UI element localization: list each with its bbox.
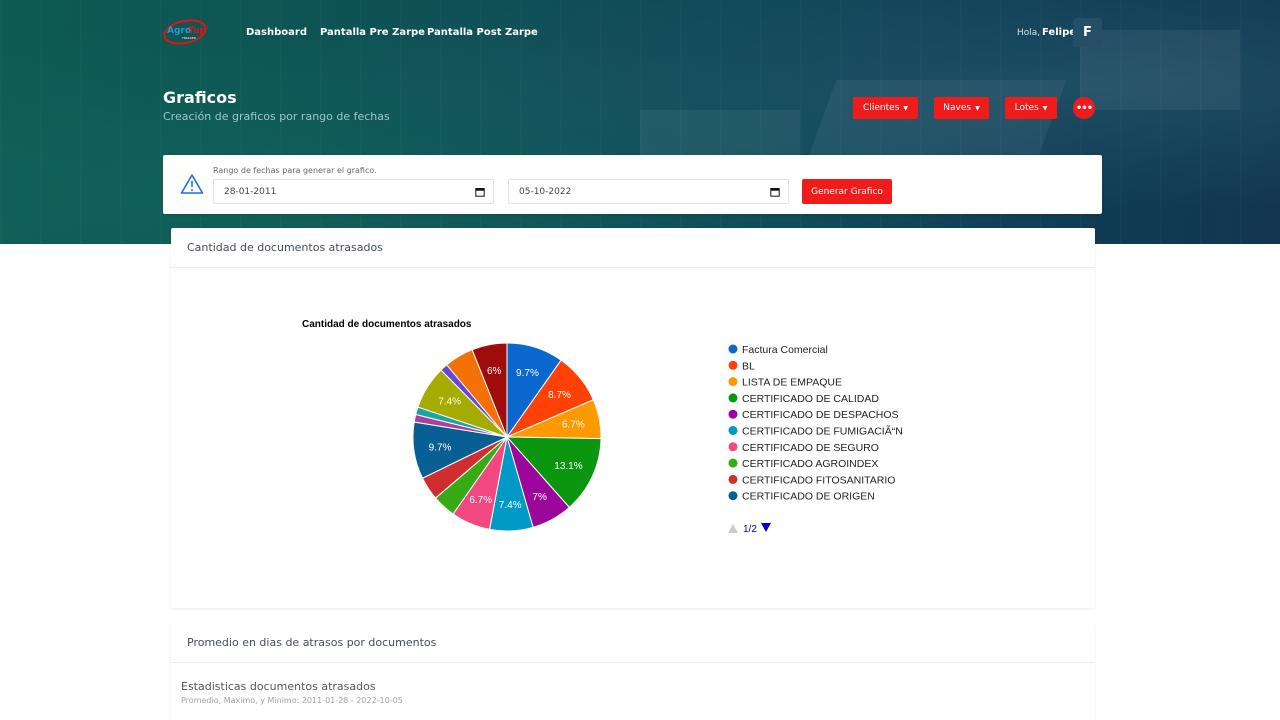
- pie-slice-label: 8.7%: [548, 390, 571, 401]
- late-documents-card: Cantidad de documentos atrasados Cantida…: [171, 228, 1095, 608]
- logo-text-tup: Tup: [188, 26, 207, 36]
- naves-label: Naves: [943, 103, 972, 113]
- pie-slice-label: 9.7%: [516, 368, 539, 379]
- legend-swatch: [728, 409, 738, 419]
- chevron-down-icon: ▼: [1042, 104, 1048, 112]
- legend-swatch: [728, 491, 738, 501]
- pie-slice-label: 6.7%: [562, 419, 585, 430]
- pie-slice-label: 7.4%: [438, 397, 461, 408]
- greeting-text: Hola,: [1017, 28, 1041, 38]
- legend-item[interactable]: CERTIFICADO DE CALIDAD: [742, 393, 879, 405]
- legend-swatch: [728, 458, 738, 468]
- generate-chart-button[interactable]: Generar Grafico: [802, 179, 892, 204]
- pie-slice-label: 6.7%: [469, 495, 492, 506]
- date-from-value: 28-01-2011: [224, 186, 277, 197]
- legend-swatch: [728, 474, 738, 484]
- pie-slice-label: 13.1%: [554, 461, 582, 472]
- nav-link-post-zarpe[interactable]: Pantalla Post Zarpe: [427, 27, 538, 38]
- legend-page-up-icon[interactable]: [728, 524, 738, 533]
- top-navbar: Agro Tup TRACKER Dashboard Pantalla Pre …: [0, 0, 1280, 64]
- legend-item[interactable]: CERTIFICADO DE ORIGEN: [742, 491, 875, 503]
- clientes-dropdown-button[interactable]: Clientes ▼: [853, 97, 918, 119]
- card-title: Cantidad de documentos atrasados: [171, 228, 1095, 268]
- nav-link-dashboard[interactable]: Dashboard: [246, 27, 307, 38]
- legend-swatch: [728, 344, 738, 354]
- pie-slice-label: 7%: [532, 492, 547, 503]
- legend-item[interactable]: CERTIFICADO DE SEGURO: [742, 442, 879, 454]
- average-delay-card: Promedio en dias de atrasos por document…: [171, 623, 1095, 720]
- calendar-icon[interactable]: [475, 187, 485, 197]
- legend-item[interactable]: CERTIFICADO DE DESPACHOS: [742, 409, 899, 421]
- legend-swatch: [728, 442, 738, 452]
- legend-item[interactable]: LISTA DE EMPAQUE: [742, 377, 842, 389]
- chart-title: Cantidad de documentos atrasados: [302, 319, 472, 330]
- card-title: Promedio en dias de atrasos por document…: [171, 623, 1095, 663]
- user-name[interactable]: Felipe: [1042, 27, 1076, 38]
- pie-slice-label: 7.4%: [499, 500, 522, 511]
- legend-item[interactable]: Factura Comercial: [742, 344, 828, 356]
- legend-swatch: [728, 393, 738, 403]
- lotes-dropdown-button[interactable]: Lotes ▼: [1005, 97, 1057, 119]
- legend-swatch: [728, 426, 738, 435]
- logo-subtext: TRACKER: [181, 36, 196, 40]
- page-subtitle: Creación de graficos por rango de fechas: [163, 110, 390, 123]
- legend-swatch: [728, 377, 738, 387]
- date-to-input[interactable]: 05-10-2022: [508, 179, 789, 204]
- chart-area: Cantidad de documentos atrasados 9.7% 8.7…: [171, 269, 1095, 608]
- stats-title: Estadisticas documentos atrasados: [181, 680, 376, 693]
- pie-slice-label: 6%: [487, 366, 502, 377]
- legend-item[interactable]: CERTIFICADO FITOSANITARIO: [742, 474, 895, 486]
- pie-slice-label: 9.7%: [429, 442, 452, 453]
- clientes-label: Clientes: [863, 103, 900, 113]
- date-to-value: 05-10-2022: [519, 186, 572, 197]
- chevron-down-icon: ▼: [975, 104, 980, 112]
- lotes-label: Lotes: [1014, 103, 1039, 113]
- brand-logo[interactable]: Agro Tup TRACKER: [162, 18, 208, 46]
- warning-icon: [180, 174, 204, 194]
- chevron-down-icon: ▼: [903, 104, 908, 112]
- legend-item[interactable]: BL: [742, 360, 755, 372]
- legend-pager: 1/2: [728, 523, 771, 535]
- nav-link-pre-zarpe[interactable]: Pantalla Pre Zarpe: [320, 27, 425, 38]
- legend-page-indicator: 1/2: [743, 524, 757, 535]
- pie-chart: Cantidad de documentos atrasados 9.7% 8.7…: [302, 319, 903, 535]
- legend-page-down-icon[interactable]: [761, 523, 771, 532]
- calendar-icon[interactable]: [770, 187, 780, 197]
- page-title: Graficos: [163, 88, 237, 107]
- date-range-label: Rango de fechas para generar el grafico.: [213, 166, 377, 175]
- legend-swatch: [728, 360, 738, 370]
- date-from-input[interactable]: 28-01-2011: [213, 179, 494, 204]
- user-avatar[interactable]: F: [1073, 18, 1102, 47]
- legend-item[interactable]: CERTIFICADO DE FUMIGACIÃ“N: [742, 425, 903, 438]
- more-options-button[interactable]: •••: [1073, 97, 1095, 119]
- legend-item[interactable]: CERTIFICADO AGROINDEX: [742, 458, 878, 470]
- date-range-card: Rango de fechas para generar el grafico.…: [163, 155, 1102, 214]
- stats-subtitle: Promedio, Maximo, y Minimo: 2011-01-28 -…: [181, 696, 403, 705]
- naves-dropdown-button[interactable]: Naves ▼: [934, 97, 989, 119]
